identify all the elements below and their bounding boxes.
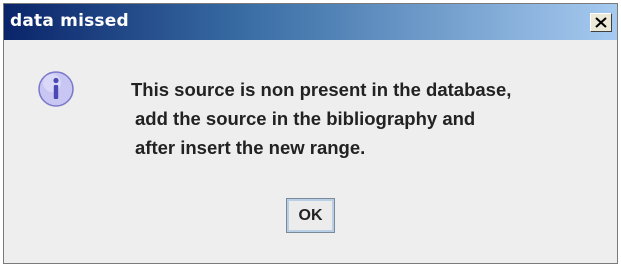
dialog-message: This source is non present in the databa… [131, 75, 511, 162]
close-icon [595, 17, 607, 28]
message-line: after insert the new range. [135, 137, 366, 158]
window-title: data missed [10, 11, 129, 31]
message-line: This source is non present in the databa… [131, 79, 512, 100]
message-dialog: data missed This source is non present i… [3, 3, 618, 264]
information-icon [38, 71, 74, 107]
title-bar[interactable]: data missed [4, 4, 617, 40]
ok-button[interactable]: OK [286, 198, 335, 233]
close-button[interactable] [590, 13, 612, 32]
message-line: add the source in the bibliography and [135, 108, 476, 129]
